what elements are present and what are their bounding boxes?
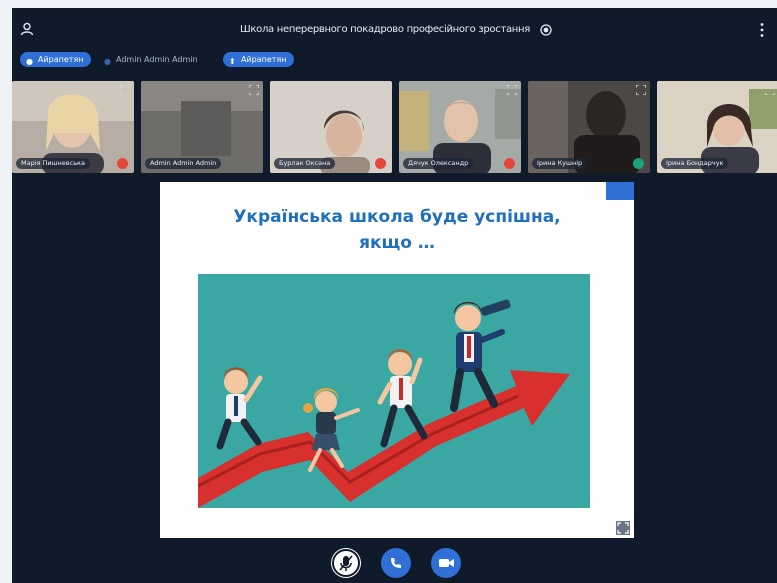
more-options-icon[interactable] — [759, 22, 765, 38]
expand-icon[interactable] — [765, 85, 775, 95]
presenter-chip-label: Айрапетян — [38, 55, 84, 64]
leave-audio-button[interactable] — [381, 548, 411, 578]
mic-icon — [332, 549, 360, 577]
slide-title: Українська школа буде успішна, якщо … — [160, 204, 634, 256]
slide-title-line2: якщо … — [359, 233, 435, 253]
admin-chip[interactable]: ● Admin Admin Admin — [98, 52, 205, 67]
slide-illustration — [198, 274, 590, 508]
video-icon — [439, 559, 454, 567]
meeting-window: Школа неперервного покадрово професійног… — [12, 8, 777, 583]
video-tile[interactable]: Ірина Кушнір — [528, 81, 650, 173]
video-tile[interactable]: Бурлак Оксана — [270, 81, 392, 173]
record-icon[interactable] — [540, 24, 552, 36]
screenshare-chip-label: Айрапетян — [241, 55, 287, 64]
video-tile[interactable]: Дячук Олександр — [399, 81, 521, 173]
presentation-slide: Українська школа буде успішна, якщо … — [160, 182, 634, 538]
video-tile[interactable]: Марія Пишневська — [12, 81, 134, 173]
top-bar: Школа неперервного покадрово професійног… — [12, 8, 777, 52]
mute-button[interactable] — [331, 548, 361, 578]
expand-icon[interactable] — [507, 85, 517, 95]
video-tiles: Марія Пишневська Admin Admin Admin Бурла… — [12, 81, 777, 173]
participant-name: Ірина Кушнір — [532, 158, 588, 169]
expand-icon[interactable] — [636, 85, 646, 95]
slide-title-line1: Українська школа буде успішна, — [233, 207, 561, 227]
slide-control-box[interactable] — [606, 182, 634, 200]
presenter-chip[interactable]: ● Айрапетян — [20, 52, 91, 67]
participant-name: Бурлак Оксана — [274, 158, 336, 169]
participant-name: Admin Admin Admin — [145, 158, 222, 169]
expand-icon[interactable] — [120, 85, 130, 95]
mic-active-icon — [633, 158, 644, 169]
admin-chip-label: Admin Admin Admin — [116, 55, 198, 64]
fullscreen-icon[interactable] — [616, 521, 630, 535]
user-icon: ● — [26, 57, 33, 66]
screenshare-chip[interactable]: ⬆ Айрапетян — [223, 52, 294, 67]
mic-muted-icon — [375, 158, 386, 169]
expand-icon[interactable] — [378, 85, 388, 95]
phone-icon — [391, 558, 401, 568]
mic-muted-icon — [504, 158, 515, 169]
action-bar — [12, 546, 777, 582]
video-tile[interactable]: Ірина Бондарчук — [657, 81, 777, 173]
user-list-icon[interactable] — [20, 22, 34, 36]
meeting-title: Школа неперервного покадрово професійног… — [240, 24, 530, 35]
mic-muted-icon — [117, 158, 128, 169]
video-tile[interactable]: Admin Admin Admin — [141, 81, 263, 173]
participant-name: Дячук Олександр — [403, 158, 474, 169]
expand-icon[interactable] — [249, 85, 259, 95]
user-icon: ● — [104, 57, 111, 66]
share-webcam-button[interactable] — [431, 548, 461, 578]
participant-name: Ірина Бондарчук — [661, 158, 729, 169]
upload-icon: ⬆ — [229, 57, 236, 66]
participant-name: Марія Пишневська — [16, 158, 90, 169]
